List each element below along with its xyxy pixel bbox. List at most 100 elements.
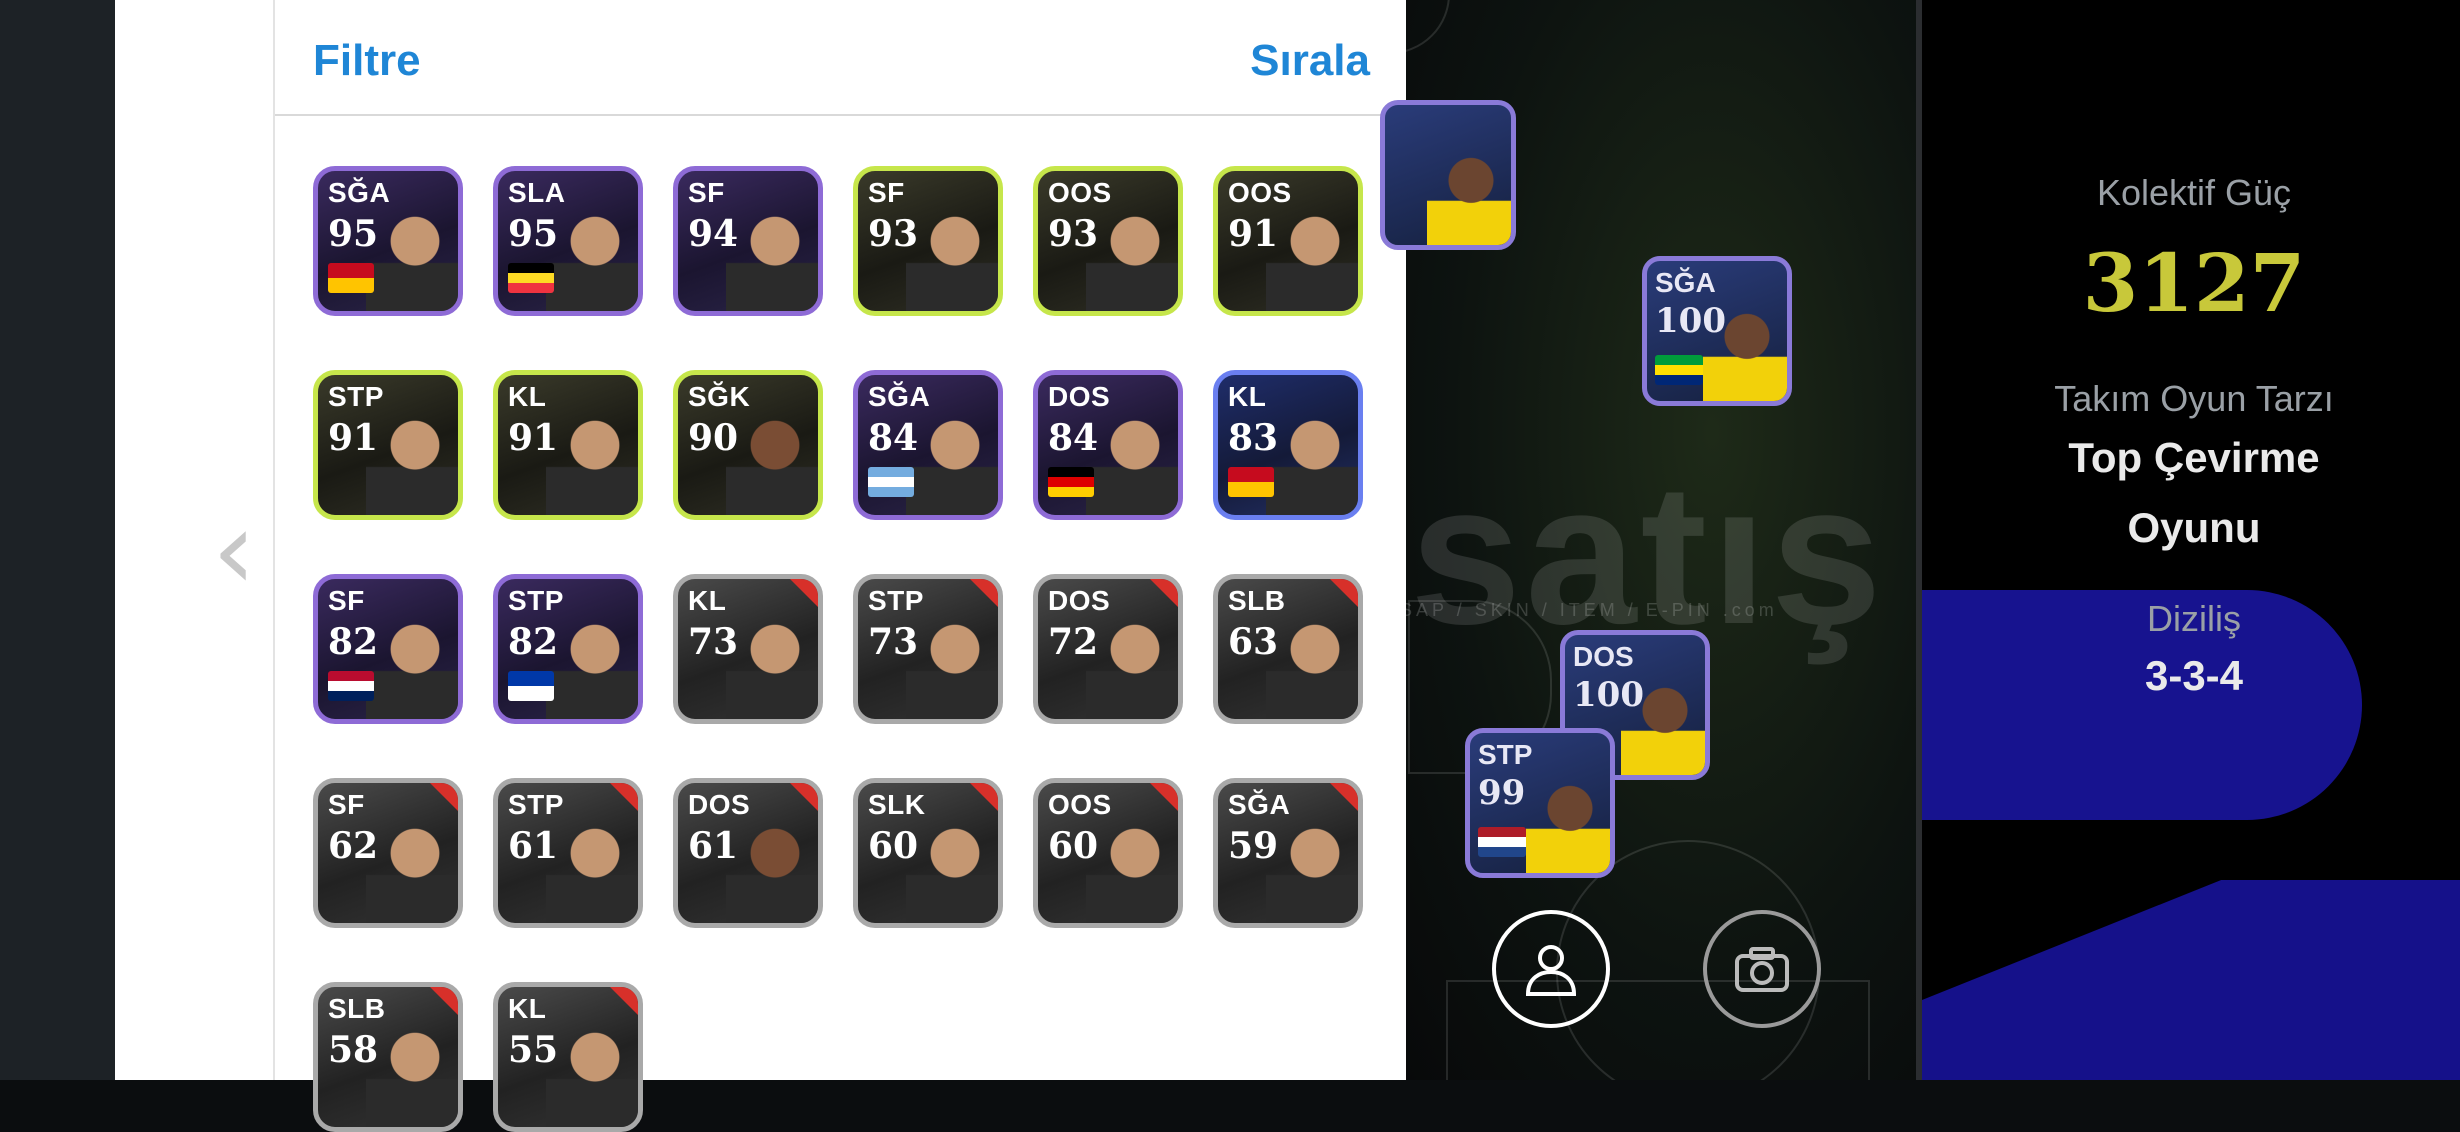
- player-face: [546, 609, 638, 719]
- field-player-card[interactable]: [1380, 100, 1516, 250]
- player-rating: 72: [1048, 621, 1099, 663]
- player-rating: 83: [1228, 417, 1279, 459]
- country-flag-icon: [1478, 827, 1526, 857]
- player-card[interactable]: OOS 60: [1033, 778, 1183, 928]
- country-flag-icon: [1655, 355, 1703, 385]
- country-flag-icon: [328, 263, 374, 293]
- player-position: SĞK: [688, 381, 751, 412]
- sort-button[interactable]: Sırala: [1250, 36, 1370, 86]
- player-face: [1266, 405, 1358, 515]
- player-card[interactable]: SF 82: [313, 574, 463, 724]
- player-card[interactable]: SLB 63: [1213, 574, 1363, 724]
- player-card[interactable]: DOS 84: [1033, 370, 1183, 520]
- player-card[interactable]: STP 91: [313, 370, 463, 520]
- pitch-line: [1406, 0, 1450, 54]
- field-player-card[interactable]: SĞA 100: [1642, 256, 1792, 406]
- player-position: OOS: [1048, 789, 1112, 820]
- profile-button[interactable]: [1492, 910, 1610, 1028]
- player-card[interactable]: KL 55: [493, 982, 643, 1132]
- player-face: [906, 201, 998, 311]
- player-rating: 84: [868, 417, 919, 459]
- player-card[interactable]: SLB 58: [313, 982, 463, 1132]
- player-face: [1266, 609, 1358, 719]
- player-position: SLA: [508, 177, 566, 208]
- player-position: SĞA: [868, 381, 931, 412]
- player-position: SF: [328, 585, 365, 616]
- country-flag-icon: [508, 671, 554, 701]
- player-card[interactable]: SLK 60: [853, 778, 1003, 928]
- player-position: KL: [1228, 381, 1267, 412]
- left-edge: [0, 0, 115, 1080]
- player-card[interactable]: SF 94: [673, 166, 823, 316]
- player-face: [1086, 201, 1178, 311]
- country-flag-icon: [328, 671, 374, 701]
- player-position: STP: [508, 585, 564, 616]
- player-card[interactable]: KL 73: [673, 574, 823, 724]
- player-rating: 91: [1228, 213, 1279, 255]
- player-position: SF: [868, 177, 905, 208]
- player-position: OOS: [1048, 177, 1112, 208]
- player-card[interactable]: DOS 72: [1033, 574, 1183, 724]
- player-card[interactable]: KL 91: [493, 370, 643, 520]
- player-rating: 82: [328, 621, 379, 663]
- player-rating: 100: [1573, 675, 1644, 715]
- player-card[interactable]: OOS 93: [1033, 166, 1183, 316]
- player-card[interactable]: SĞA 95: [313, 166, 463, 316]
- player-face: [546, 201, 638, 311]
- player-rating: 59: [1228, 825, 1279, 867]
- player-face: [366, 609, 458, 719]
- player-card[interactable]: SF 93: [853, 166, 1003, 316]
- player-card[interactable]: SF 62: [313, 778, 463, 928]
- player-card[interactable]: STP 61: [493, 778, 643, 928]
- player-face: [1526, 771, 1610, 873]
- player-position: DOS: [688, 789, 751, 820]
- formation-label: Diziliş: [2147, 598, 2241, 639]
- player-rating: 99: [1478, 773, 1526, 813]
- player-position: DOS: [1048, 585, 1111, 616]
- player-card[interactable]: SĞA 84: [853, 370, 1003, 520]
- player-position: SĞA: [328, 177, 391, 208]
- player-card[interactable]: OOS 91: [1213, 166, 1363, 316]
- filter-button[interactable]: Filtre: [313, 36, 421, 86]
- field-player-card[interactable]: STP 99: [1465, 728, 1615, 878]
- player-position: STP: [1478, 739, 1533, 770]
- country-flag-icon: [868, 467, 914, 497]
- player-rating: 82: [508, 621, 559, 663]
- chevron-left-icon[interactable]: ‹: [212, 495, 260, 605]
- player-face: [546, 1017, 638, 1127]
- formation-value[interactable]: 3-3-4: [1922, 652, 2460, 700]
- player-face: [726, 201, 818, 311]
- player-rating: 91: [328, 417, 379, 459]
- player-position: SLK: [868, 789, 926, 820]
- player-face: [1086, 609, 1178, 719]
- player-rating: 95: [328, 213, 379, 255]
- player-face: [366, 405, 458, 515]
- player-position: SF: [328, 789, 365, 820]
- player-card[interactable]: DOS 61: [673, 778, 823, 928]
- player-face: [906, 405, 998, 515]
- player-face: [906, 813, 998, 923]
- watermark-sub: SAP / SKIN / ITEM / E-PIN .com: [1400, 600, 1778, 620]
- player-card[interactable]: SĞK 90: [673, 370, 823, 520]
- player-rating: 61: [688, 825, 739, 867]
- player-rating: 55: [508, 1029, 559, 1071]
- player-rating: 73: [868, 621, 919, 663]
- player-rating: 63: [1228, 621, 1279, 663]
- player-face: [366, 813, 458, 923]
- player-face: [726, 813, 818, 923]
- player-position: SĞA: [1655, 267, 1716, 298]
- player-card[interactable]: STP 73: [853, 574, 1003, 724]
- player-card[interactable]: STP 82: [493, 574, 643, 724]
- player-rating: 58: [328, 1029, 379, 1071]
- player-position: SF: [688, 177, 725, 208]
- country-flag-icon: [1228, 467, 1274, 497]
- player-card[interactable]: KL 83: [1213, 370, 1363, 520]
- player-face: [1266, 813, 1358, 923]
- camera-button[interactable]: [1703, 910, 1821, 1028]
- player-position: KL: [508, 993, 547, 1024]
- player-card[interactable]: SLA 95: [493, 166, 643, 316]
- player-face: [1086, 405, 1178, 515]
- collective-power-value: 3127: [2082, 236, 2306, 330]
- player-face: [1086, 813, 1178, 923]
- player-card[interactable]: SĞA 59: [1213, 778, 1363, 928]
